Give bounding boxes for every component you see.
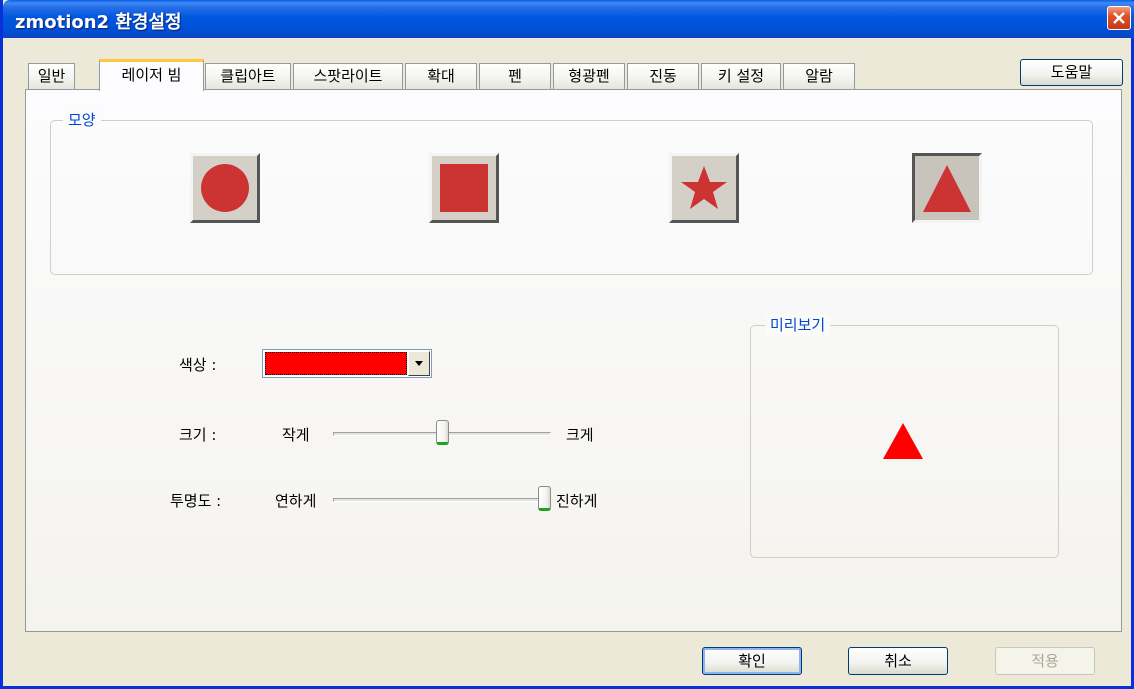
size-max-label: 크게 xyxy=(566,426,594,444)
opacity-slider-thumb[interactable] xyxy=(538,486,551,511)
tab-pen[interactable]: 펜 xyxy=(479,63,551,89)
size-label: 크기 : xyxy=(179,426,217,444)
tab-alarm[interactable]: 알람 xyxy=(783,63,855,89)
preview-triangle-icon xyxy=(883,423,923,459)
star-shape-button[interactable] xyxy=(669,153,739,223)
shape-group: 모양 xyxy=(50,110,1093,275)
circle-shape-button[interactable] xyxy=(190,153,260,223)
chevron-down-icon xyxy=(415,361,423,366)
star-icon xyxy=(681,166,727,209)
ok-button[interactable]: 확인 xyxy=(702,647,802,675)
square-shape-button[interactable] xyxy=(429,153,499,223)
color-label: 색상 : xyxy=(179,356,217,374)
tab-laser-beam[interactable]: 레이저 빔 xyxy=(99,59,204,91)
color-select[interactable] xyxy=(262,349,432,378)
size-min-label: 작게 xyxy=(282,426,310,444)
triangle-shape-button[interactable] xyxy=(912,153,982,223)
circle-icon xyxy=(201,164,249,212)
triangle-icon xyxy=(923,165,971,212)
opacity-label: 투명도 : xyxy=(170,492,222,510)
dropdown-arrow-button[interactable] xyxy=(408,351,430,376)
window-title: zmotion2 환경설정 xyxy=(15,12,182,33)
help-button[interactable]: 도움말 xyxy=(1020,59,1123,86)
tab-page-laser-beam: 모양 색상 : 크기: 작게 크게 투명도: 연하게 진하게 미리보기 xyxy=(25,89,1122,632)
square-icon xyxy=(440,164,488,212)
preview-group-title: 미리보기 xyxy=(765,315,831,335)
color-swatch xyxy=(265,352,407,375)
tab-highlighter[interactable]: 형광펜 xyxy=(553,63,625,89)
apply-button[interactable]: 적용 xyxy=(995,647,1095,675)
close-icon xyxy=(1113,12,1125,24)
opacity-min-label: 연하게 xyxy=(275,492,317,510)
tab-key-settings[interactable]: 키 설정 xyxy=(701,63,781,89)
tab-spotlight[interactable]: 스팟라이트 xyxy=(293,63,403,89)
shape-group-title: 모양 xyxy=(63,110,101,130)
close-button[interactable] xyxy=(1107,6,1131,30)
opacity-max-label: 진하게 xyxy=(556,492,598,510)
tab-general[interactable]: 일반 xyxy=(28,63,75,89)
opacity-slider-track[interactable] xyxy=(333,498,551,502)
tab-clipart[interactable]: 클립아트 xyxy=(205,63,291,89)
tab-vibration[interactable]: 진동 xyxy=(627,63,699,89)
settings-window: zmotion2 환경설정 일반 레이저 빔 클립아트 스팟라이트 확대 펜 형… xyxy=(0,0,1134,689)
cancel-button[interactable]: 취소 xyxy=(848,647,948,675)
title-bar[interactable]: zmotion2 환경설정 xyxy=(3,0,1134,38)
size-slider-thumb[interactable] xyxy=(435,420,449,445)
preview-group: 미리보기 xyxy=(750,315,1059,558)
tab-zoom[interactable]: 확대 xyxy=(405,63,477,89)
